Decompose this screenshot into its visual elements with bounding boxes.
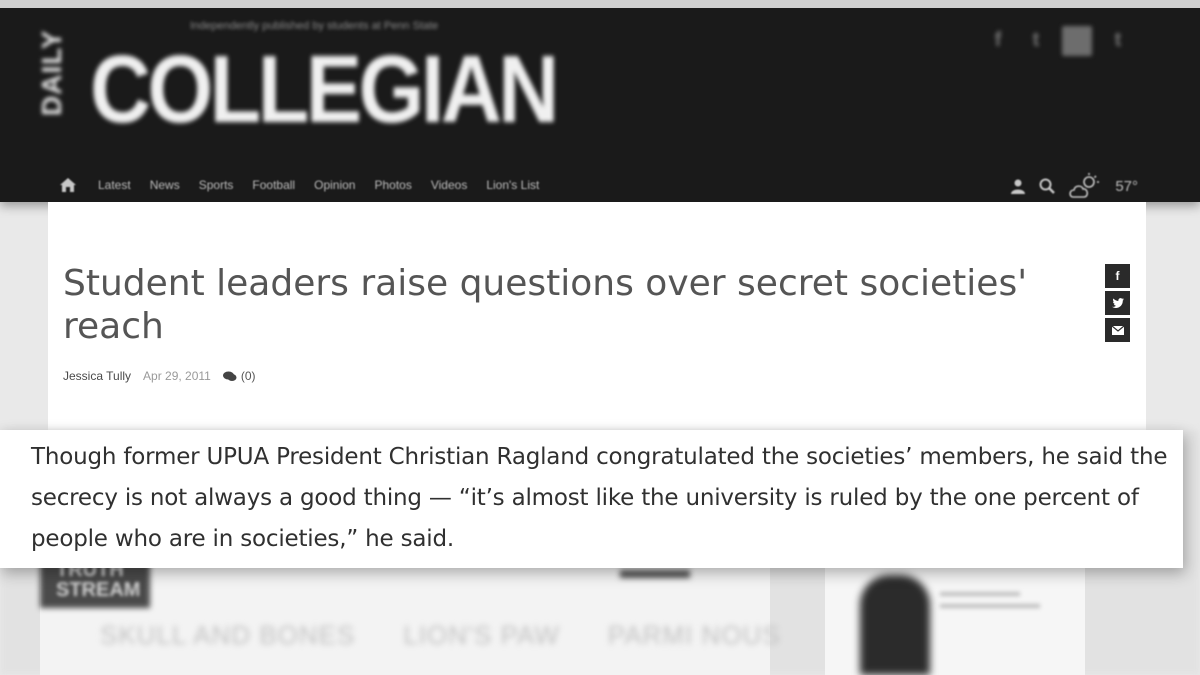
user-icon[interactable] [1011, 179, 1026, 194]
share-twitter-button[interactable] [1105, 291, 1130, 315]
nav-opinion[interactable]: Opinion [314, 178, 355, 192]
twitter-icon[interactable]: t [1024, 26, 1048, 54]
background-portrait-photo [860, 575, 930, 675]
quote-text: Though former UPUA President Christian R… [31, 444, 1168, 552]
main-nav: Latest News Sports Football Opinion Phot… [60, 178, 558, 192]
article-header-card: Student leaders raise questions over sec… [48, 202, 1146, 432]
article-headline: Student leaders raise questions over sec… [63, 263, 1028, 347]
header-social-links: f t t [986, 26, 1130, 56]
background-tabs: SKULL AND BONES LION'S PAW PARMI NOUS [100, 620, 781, 651]
background-tab: PARMI NOUS [607, 620, 781, 650]
temperature-readout: 57° [1115, 177, 1138, 195]
tumblr-icon[interactable]: t [1106, 26, 1130, 54]
partly-cloudy-icon [1069, 173, 1100, 198]
nav-latest[interactable]: Latest [98, 178, 131, 192]
article-byline: Jessica Tully Apr 29, 2011 (0) [63, 369, 256, 383]
share-facebook-button[interactable]: f [1105, 264, 1130, 288]
nav-football[interactable]: Football [252, 178, 295, 192]
background-text-lines [940, 592, 1040, 616]
author-link[interactable]: Jessica Tully [63, 369, 131, 383]
facebook-icon: f [1115, 269, 1120, 283]
nav-photos[interactable]: Photos [374, 178, 411, 192]
nav-lions-list[interactable]: Lion's List [486, 178, 539, 192]
comment-count-label: (0) [240, 369, 256, 383]
search-icon[interactable] [1039, 178, 1056, 194]
background-tab: LION'S PAW [403, 620, 560, 650]
site-header: Independently published by students at P… [0, 0, 1200, 202]
twitter-icon [1111, 298, 1124, 308]
publish-date: Apr 29, 2011 [143, 369, 211, 383]
share-buttons: f [1105, 264, 1130, 342]
nav-news[interactable]: News [150, 178, 180, 192]
logo-daily-text: DAILY [36, 29, 67, 116]
site-logo[interactable]: COLLEGIAN [90, 30, 559, 150]
facebook-icon[interactable]: f [986, 26, 1010, 54]
quote-callout: Though former UPUA President Christian R… [0, 430, 1183, 568]
background-stream-word-2: STREAM [56, 579, 141, 601]
comment-count[interactable]: (0) [222, 369, 256, 383]
header-tools: 57° [1011, 173, 1138, 199]
share-email-button[interactable] [1105, 318, 1130, 342]
instagram-icon[interactable] [1062, 26, 1092, 56]
comments-icon [222, 371, 237, 381]
email-icon [1111, 325, 1124, 335]
nav-sports[interactable]: Sports [199, 178, 234, 192]
nav-videos[interactable]: Videos [431, 178, 467, 192]
background-tab: SKULL AND BONES [100, 620, 356, 650]
home-icon[interactable] [60, 178, 76, 192]
background-rule [620, 570, 690, 578]
